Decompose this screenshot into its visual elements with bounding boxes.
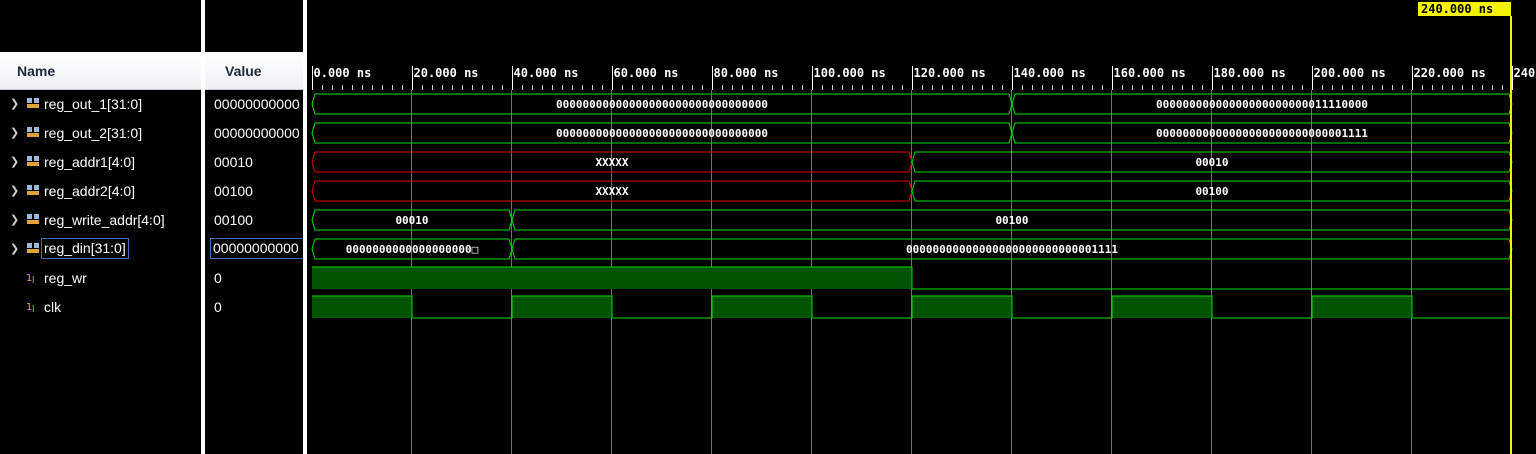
bus-segment-value: 0000000000000000000□: [346, 243, 479, 256]
signal-value-row[interactable]: 00000000000: [205, 90, 303, 119]
bus-segment-value: 00100: [995, 214, 1028, 227]
signal-value-row[interactable]: 00000000000: [205, 119, 303, 148]
name-column-header[interactable]: Name: [0, 52, 201, 90]
signal-value-row[interactable]: 0: [205, 264, 303, 293]
waveform-reg-addr2[interactable]: XXXXX 00100: [311, 180, 1513, 202]
expand-chevron-icon[interactable]: ❯: [10, 184, 19, 197]
bit-signal-icon: 1l: [26, 270, 40, 286]
signal-row-reg-din[interactable]: ❯ reg_din[31:0]: [0, 235, 201, 264]
signal-value-row[interactable]: 00100: [205, 177, 303, 206]
signal-value: 0: [214, 270, 222, 286]
ruler-tick-label: 40.000 ns: [514, 66, 579, 80]
svg-text:l: l: [32, 305, 35, 313]
value-column-label: Value: [225, 63, 262, 79]
bus-segment-value: 00100: [1195, 185, 1228, 198]
signal-name[interactable]: reg_out_1[31:0]: [44, 96, 142, 112]
signal-value: 00000000000: [214, 125, 300, 141]
signal-value-row[interactable]: 00100: [205, 206, 303, 235]
signal-row-reg-addr2[interactable]: ❯ reg_addr2[4:0]: [0, 177, 201, 206]
expand-chevron-icon[interactable]: ❯: [10, 155, 19, 168]
bus-segment-value: 00010: [1195, 156, 1228, 169]
bus-segment-value: 00000000000000000000000011110000: [1156, 98, 1368, 111]
signal-value-pane: Value 00000000000 00000000000 00010 00100 00…: [205, 0, 304, 454]
expand-chevron-icon[interactable]: ❯: [10, 97, 19, 110]
waveform-reg-out-2[interactable]: 00000000000000000000000000000000 00000000…: [311, 122, 1513, 144]
ruler-tick-label: 180.000 ns: [1214, 66, 1286, 80]
ruler-tick-label: 120.000 ns: [914, 66, 986, 80]
ruler-tick-label: 100.000 ns: [814, 66, 886, 80]
high-level-fill: [1312, 296, 1412, 318]
bus-segment-value: 00000000000000000000000000001111: [906, 243, 1118, 256]
ruler-tick-label: 240: [1514, 66, 1536, 80]
waveform-clk[interactable]: [312, 295, 1512, 319]
signal-value-row[interactable]: 00010: [205, 148, 303, 177]
bus-segment-value: 00000000000000000000000000000000: [556, 98, 768, 111]
high-level-fill: [512, 296, 612, 318]
signal-value: 00010: [214, 154, 253, 170]
signal-row-reg-out-1[interactable]: ❯ reg_out_1[31:0]: [0, 90, 201, 119]
bus-signal-icon: [26, 212, 40, 226]
expand-chevron-icon[interactable]: ❯: [10, 213, 19, 226]
svg-text:l: l: [32, 276, 35, 284]
ruler-tick-label: 200.000 ns: [1314, 66, 1386, 80]
bus-signal-icon: [26, 154, 40, 168]
signal-name[interactable]: clk: [44, 299, 61, 315]
bus-signal-icon: [26, 96, 40, 110]
signal-value: 0: [214, 299, 222, 315]
name-column-label: Name: [17, 63, 56, 79]
signal-value: 00000000000: [214, 96, 300, 112]
high-level-fill: [1112, 296, 1212, 318]
cursor-time-label: 240.000 ns: [1421, 2, 1493, 16]
expand-chevron-icon[interactable]: ❯: [10, 126, 19, 139]
bit-signal-icon: 1l: [26, 299, 40, 315]
waveform-canvas[interactable]: 0.000 ns 20.000 ns 40.000 ns 60.000 ns 80.00…: [307, 0, 1536, 454]
signal-row-reg-write-addr[interactable]: ❯ reg_write_addr[4:0]: [0, 206, 201, 235]
signal-row-clk[interactable]: 1 l clk: [0, 293, 201, 322]
signal-value: 00100: [214, 183, 253, 199]
waveform-reg-wr[interactable]: [312, 266, 1512, 290]
signal-name[interactable]: reg_out_2[31:0]: [44, 125, 142, 141]
bus-segment-value: 00000000000000000000000000000000: [556, 127, 768, 140]
expand-chevron-icon[interactable]: ❯: [10, 242, 19, 255]
high-level-fill: [312, 296, 412, 318]
signal-row-reg-wr[interactable]: 1 l reg_wr: [0, 264, 201, 293]
signal-name[interactable]: reg_write_addr[4:0]: [44, 212, 165, 228]
bus-signal-icon: [26, 241, 40, 255]
ruler-tick-label: 220.000 ns: [1414, 66, 1486, 80]
signal-name[interactable]: reg_din[31:0]: [41, 238, 129, 259]
ruler-tick-label: 0.000 ns: [314, 66, 372, 80]
ruler-tick-label: 60.000 ns: [614, 66, 679, 80]
signal-name-pane: Name ❯ reg_out_1[31:0] ❯ reg_out_2[31:0] ❯ re…: [0, 0, 201, 454]
signal-name[interactable]: reg_addr1[4:0]: [44, 154, 135, 170]
bus-segment-value: 00010: [395, 214, 428, 227]
ruler-tick-label: 80.000 ns: [714, 66, 779, 80]
signal-row-reg-addr1[interactable]: ❯ reg_addr1[4:0]: [0, 148, 201, 177]
bus-signal-icon: [26, 183, 40, 197]
bus-signal-icon: [26, 125, 40, 139]
signal-value: 00100: [214, 212, 253, 228]
waveform-reg-addr1[interactable]: XXXXX 00010: [311, 151, 1513, 173]
signal-row-reg-out-2[interactable]: ❯ reg_out_2[31:0]: [0, 119, 201, 148]
waveform-reg-din[interactable]: 0000000000000000000□ 00000000000000000000…: [311, 238, 1513, 260]
signal-value: 00000000000: [210, 238, 304, 259]
value-column-header[interactable]: Value: [205, 52, 303, 90]
waveform-reg-out-1[interactable]: 00000000000000000000000000000000 00000000…: [311, 93, 1513, 115]
bus-segment-value: XXXXX: [595, 185, 628, 198]
ruler-tick-label: 140.000 ns: [1014, 66, 1086, 80]
ruler-tick-label: 20.000 ns: [414, 66, 479, 80]
high-level-fill: [712, 296, 812, 318]
high-level-fill: [312, 267, 912, 289]
signal-name[interactable]: reg_wr: [44, 270, 87, 286]
waveform-reg-write-addr[interactable]: 00010 00100: [311, 209, 1513, 231]
signal-value-row[interactable]: 0: [205, 293, 303, 322]
signal-value-row[interactable]: 00000000000: [205, 235, 304, 264]
bus-segment-value: XXXXX: [595, 156, 628, 169]
signal-name[interactable]: reg_addr2[4:0]: [44, 183, 135, 199]
ruler-tick-label: 160.000 ns: [1114, 66, 1186, 80]
bus-segment-value: 00000000000000000000000000001111: [1156, 127, 1368, 140]
high-level-fill: [912, 296, 1012, 318]
